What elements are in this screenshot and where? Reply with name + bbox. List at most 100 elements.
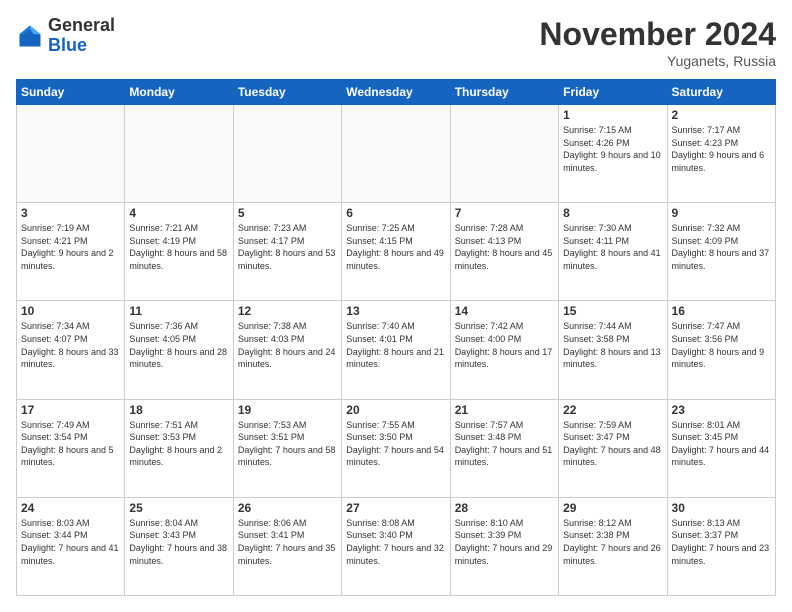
day-info: Sunrise: 7:44 AM Sunset: 3:58 PM Dayligh… — [563, 320, 662, 370]
day-info: Sunrise: 8:04 AM Sunset: 3:43 PM Dayligh… — [129, 517, 228, 567]
day-number: 4 — [129, 206, 228, 220]
calendar-cell: 29 Sunrise: 8:12 AM Sunset: 3:38 PM Dayli… — [559, 497, 667, 595]
calendar-cell: 7 Sunrise: 7:28 AM Sunset: 4:13 PM Daylig… — [450, 203, 558, 301]
calendar-cell: 17Sunrise: 7:49 AM Sunset: 3:54 PM Dayli… — [17, 399, 125, 497]
day-info: Sunrise: 7:36 AM Sunset: 4:05 PM Dayligh… — [129, 320, 228, 370]
day-info: Sunrise: 8:06 AM Sunset: 3:41 PM Dayligh… — [238, 517, 337, 567]
day-info: Sunrise: 7:32 AM Sunset: 4:09 PM Dayligh… — [672, 222, 771, 272]
location: Yuganets, Russia — [539, 53, 776, 69]
day-number: 5 — [238, 206, 337, 220]
calendar-cell: 18Sunrise: 7:51 AM Sunset: 3:53 PM Dayli… — [125, 399, 233, 497]
day-number: 1 — [563, 108, 662, 122]
day-number: 11 — [129, 304, 228, 318]
day-info: Sunrise: 8:08 AM Sunset: 3:40 PM Dayligh… — [346, 517, 445, 567]
calendar-cell: 24Sunrise: 8:03 AM Sunset: 3:44 PM Dayli… — [17, 497, 125, 595]
calendar-cell: 6Sunrise: 7:25 AM Sunset: 4:15 PM Daylig… — [342, 203, 450, 301]
calendar-week-2: 3 Sunrise: 7:19 AM Sunset: 4:21 PM Daylig… — [17, 203, 776, 301]
logo-text: General Blue — [48, 16, 115, 56]
calendar-week-1: 1 Sunrise: 7:15 AM Sunset: 4:26 PM Daylig… — [17, 105, 776, 203]
day-info: Sunrise: 7:42 AM Sunset: 4:00 PM Dayligh… — [455, 320, 554, 370]
day-info: Sunrise: 7:19 AM Sunset: 4:21 PM Dayligh… — [21, 222, 120, 272]
day-number: 14 — [455, 304, 554, 318]
calendar-week-5: 24Sunrise: 8:03 AM Sunset: 3:44 PM Dayli… — [17, 497, 776, 595]
calendar-cell: 20Sunrise: 7:55 AM Sunset: 3:50 PM Dayli… — [342, 399, 450, 497]
day-number: 10 — [21, 304, 120, 318]
calendar-cell: 22 Sunrise: 7:59 AM Sunset: 3:47 PM Dayli… — [559, 399, 667, 497]
calendar-cell — [342, 105, 450, 203]
day-info: Sunrise: 7:17 AM Sunset: 4:23 PM Dayligh… — [672, 124, 771, 174]
calendar-cell: 28Sunrise: 8:10 AM Sunset: 3:39 PM Dayli… — [450, 497, 558, 595]
day-info: Sunrise: 7:57 AM Sunset: 3:48 PM Dayligh… — [455, 419, 554, 469]
day-info: Sunrise: 7:59 AM Sunset: 3:47 PM Dayligh… — [563, 419, 662, 469]
col-sunday: Sunday — [17, 80, 125, 105]
day-info: Sunrise: 8:01 AM Sunset: 3:45 PM Dayligh… — [672, 419, 771, 469]
day-number: 22 — [563, 403, 662, 417]
calendar-cell: 8 Sunrise: 7:30 AM Sunset: 4:11 PM Daylig… — [559, 203, 667, 301]
calendar-table: Sunday Monday Tuesday Wednesday Thursday… — [16, 79, 776, 596]
page: General Blue November 2024 Yuganets, Rus… — [0, 0, 792, 612]
calendar-header-row: Sunday Monday Tuesday Wednesday Thursday… — [17, 80, 776, 105]
calendar-cell: 10 Sunrise: 7:34 AM Sunset: 4:07 PM Dayli… — [17, 301, 125, 399]
calendar-cell: 11 Sunrise: 7:36 AM Sunset: 4:05 PM Dayli… — [125, 301, 233, 399]
day-number: 8 — [563, 206, 662, 220]
calendar-week-4: 17Sunrise: 7:49 AM Sunset: 3:54 PM Dayli… — [17, 399, 776, 497]
day-number: 30 — [672, 501, 771, 515]
day-number: 18 — [129, 403, 228, 417]
day-number: 29 — [563, 501, 662, 515]
calendar-cell: 4 Sunrise: 7:21 AM Sunset: 4:19 PM Daylig… — [125, 203, 233, 301]
day-number: 13 — [346, 304, 445, 318]
day-info: Sunrise: 8:03 AM Sunset: 3:44 PM Dayligh… — [21, 517, 120, 567]
title-block: November 2024 Yuganets, Russia — [539, 16, 776, 69]
calendar-cell: 3 Sunrise: 7:19 AM Sunset: 4:21 PM Daylig… — [17, 203, 125, 301]
calendar-cell: 5Sunrise: 7:23 AM Sunset: 4:17 PM Daylig… — [233, 203, 341, 301]
day-number: 25 — [129, 501, 228, 515]
calendar-cell: 23Sunrise: 8:01 AM Sunset: 3:45 PM Dayli… — [667, 399, 775, 497]
day-number: 7 — [455, 206, 554, 220]
calendar-cell: 1 Sunrise: 7:15 AM Sunset: 4:26 PM Daylig… — [559, 105, 667, 203]
calendar-cell — [125, 105, 233, 203]
calendar-cell: 26 Sunrise: 8:06 AM Sunset: 3:41 PM Dayli… — [233, 497, 341, 595]
calendar-cell — [233, 105, 341, 203]
col-monday: Monday — [125, 80, 233, 105]
calendar-cell: 9 Sunrise: 7:32 AM Sunset: 4:09 PM Daylig… — [667, 203, 775, 301]
day-info: Sunrise: 7:34 AM Sunset: 4:07 PM Dayligh… — [21, 320, 120, 370]
day-number: 2 — [672, 108, 771, 122]
col-friday: Friday — [559, 80, 667, 105]
day-number: 16 — [672, 304, 771, 318]
day-number: 26 — [238, 501, 337, 515]
calendar-cell: 27 Sunrise: 8:08 AM Sunset: 3:40 PM Dayli… — [342, 497, 450, 595]
calendar-week-3: 10 Sunrise: 7:34 AM Sunset: 4:07 PM Dayli… — [17, 301, 776, 399]
day-info: Sunrise: 8:10 AM Sunset: 3:39 PM Dayligh… — [455, 517, 554, 567]
day-info: Sunrise: 7:38 AM Sunset: 4:03 PM Dayligh… — [238, 320, 337, 370]
day-number: 12 — [238, 304, 337, 318]
day-number: 21 — [455, 403, 554, 417]
day-info: Sunrise: 7:47 AM Sunset: 3:56 PM Dayligh… — [672, 320, 771, 370]
calendar-cell — [450, 105, 558, 203]
calendar-cell: 12 Sunrise: 7:38 AM Sunset: 4:03 PM Dayli… — [233, 301, 341, 399]
calendar-cell: 19Sunrise: 7:53 AM Sunset: 3:51 PM Dayli… — [233, 399, 341, 497]
day-info: Sunrise: 7:49 AM Sunset: 3:54 PM Dayligh… — [21, 419, 120, 469]
logo-icon — [16, 22, 44, 50]
day-info: Sunrise: 7:28 AM Sunset: 4:13 PM Dayligh… — [455, 222, 554, 272]
day-info: Sunrise: 7:25 AM Sunset: 4:15 PM Dayligh… — [346, 222, 445, 272]
calendar-cell: 13 Sunrise: 7:40 AM Sunset: 4:01 PM Dayli… — [342, 301, 450, 399]
day-info: Sunrise: 7:30 AM Sunset: 4:11 PM Dayligh… — [563, 222, 662, 272]
day-number: 27 — [346, 501, 445, 515]
calendar-cell: 2 Sunrise: 7:17 AM Sunset: 4:23 PM Daylig… — [667, 105, 775, 203]
day-number: 15 — [563, 304, 662, 318]
day-number: 3 — [21, 206, 120, 220]
day-info: Sunrise: 8:12 AM Sunset: 3:38 PM Dayligh… — [563, 517, 662, 567]
header: General Blue November 2024 Yuganets, Rus… — [16, 16, 776, 69]
calendar-cell: 21 Sunrise: 7:57 AM Sunset: 3:48 PM Dayli… — [450, 399, 558, 497]
calendar-cell: 25 Sunrise: 8:04 AM Sunset: 3:43 PM Dayli… — [125, 497, 233, 595]
day-info: Sunrise: 7:40 AM Sunset: 4:01 PM Dayligh… — [346, 320, 445, 370]
month-title: November 2024 — [539, 16, 776, 53]
calendar-cell — [17, 105, 125, 203]
day-number: 20 — [346, 403, 445, 417]
day-info: Sunrise: 8:13 AM Sunset: 3:37 PM Dayligh… — [672, 517, 771, 567]
calendar-cell: 14 Sunrise: 7:42 AM Sunset: 4:00 PM Dayli… — [450, 301, 558, 399]
day-number: 9 — [672, 206, 771, 220]
day-info: Sunrise: 7:21 AM Sunset: 4:19 PM Dayligh… — [129, 222, 228, 272]
col-saturday: Saturday — [667, 80, 775, 105]
day-info: Sunrise: 7:15 AM Sunset: 4:26 PM Dayligh… — [563, 124, 662, 174]
